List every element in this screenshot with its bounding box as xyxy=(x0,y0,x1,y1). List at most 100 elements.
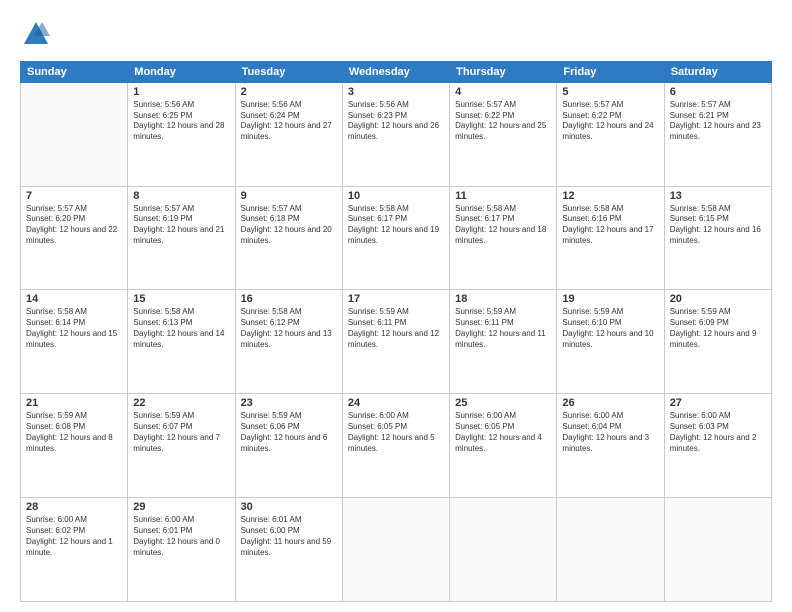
cell-info: Sunrise: 6:00 AMSunset: 6:05 PMDaylight:… xyxy=(455,411,551,454)
cell-info: Sunrise: 5:58 AMSunset: 6:17 PMDaylight:… xyxy=(455,204,551,247)
cell-info: Sunrise: 5:58 AMSunset: 6:14 PMDaylight:… xyxy=(26,307,122,350)
day-number: 19 xyxy=(562,293,658,305)
cell-info: Sunrise: 5:58 AMSunset: 6:17 PMDaylight:… xyxy=(348,204,444,247)
calendar-cell: 3 Sunrise: 5:56 AMSunset: 6:23 PMDaylight… xyxy=(342,82,449,186)
day-number: 4 xyxy=(455,86,551,98)
day-number: 20 xyxy=(670,293,766,305)
cell-info: Sunrise: 5:59 AMSunset: 6:09 PMDaylight:… xyxy=(670,307,766,350)
day-number: 26 xyxy=(562,397,658,409)
cell-info: Sunrise: 5:59 AMSunset: 6:11 PMDaylight:… xyxy=(455,307,551,350)
calendar-cell: 23Sunrise: 5:59 AMSunset: 6:06 PMDayligh… xyxy=(235,394,342,498)
calendar-cell xyxy=(557,498,664,602)
day-of-week-header: Sunday xyxy=(21,61,128,82)
day-number: 16 xyxy=(241,293,337,305)
calendar-cell: 1 Sunrise: 5:56 AMSunset: 6:25 PMDaylight… xyxy=(128,82,235,186)
calendar-cell: 20 Sunrise: 5:59 AMSunset: 6:09 PMDayligh… xyxy=(664,290,771,394)
calendar-cell: 26 Sunrise: 6:00 AMSunset: 6:04 PMDayligh… xyxy=(557,394,664,498)
cell-info: Sunrise: 5:59 AMSunset: 6:07 PMDaylight:… xyxy=(133,411,229,454)
calendar-cell xyxy=(450,498,557,602)
calendar-cell: 12 Sunrise: 5:58 AMSunset: 6:16 PMDayligh… xyxy=(557,186,664,290)
calendar-cell: 13Sunrise: 5:58 AMSunset: 6:15 PMDayligh… xyxy=(664,186,771,290)
day-number: 9 xyxy=(241,190,337,202)
cell-info: Sunrise: 6:00 AMSunset: 6:04 PMDaylight:… xyxy=(562,411,658,454)
calendar-cell xyxy=(664,498,771,602)
calendar-week-row: 21Sunrise: 5:59 AMSunset: 6:08 PMDayligh… xyxy=(21,394,772,498)
calendar-cell: 18 Sunrise: 5:59 AMSunset: 6:11 PMDayligh… xyxy=(450,290,557,394)
day-number: 28 xyxy=(26,501,122,513)
day-number: 11 xyxy=(455,190,551,202)
calendar-cell: 22 Sunrise: 5:59 AMSunset: 6:07 PMDayligh… xyxy=(128,394,235,498)
day-of-week-header: Friday xyxy=(557,61,664,82)
calendar-cell: 6Sunrise: 5:57 AMSunset: 6:21 PMDaylight… xyxy=(664,82,771,186)
cell-info: Sunrise: 6:00 AMSunset: 6:01 PMDaylight:… xyxy=(133,515,229,558)
cell-info: Sunrise: 5:56 AMSunset: 6:25 PMDaylight:… xyxy=(133,100,229,143)
day-number: 8 xyxy=(133,190,229,202)
calendar-table: SundayMondayTuesdayWednesdayThursdayFrid… xyxy=(20,61,772,602)
calendar-cell: 14Sunrise: 5:58 AMSunset: 6:14 PMDayligh… xyxy=(21,290,128,394)
day-of-week-header: Wednesday xyxy=(342,61,449,82)
day-number: 6 xyxy=(670,86,766,98)
cell-info: Sunrise: 5:58 AMSunset: 6:13 PMDaylight:… xyxy=(133,307,229,350)
day-number: 27 xyxy=(670,397,766,409)
day-number: 17 xyxy=(348,293,444,305)
calendar-cell: 5Sunrise: 5:57 AMSunset: 6:22 PMDaylight… xyxy=(557,82,664,186)
calendar-cell: 2 Sunrise: 5:56 AMSunset: 6:24 PMDaylight… xyxy=(235,82,342,186)
calendar-cell xyxy=(21,82,128,186)
day-of-week-header: Thursday xyxy=(450,61,557,82)
day-number: 12 xyxy=(562,190,658,202)
day-number: 25 xyxy=(455,397,551,409)
calendar-cell: 30Sunrise: 6:01 AMSunset: 6:00 PMDayligh… xyxy=(235,498,342,602)
day-of-week-header: Saturday xyxy=(664,61,771,82)
cell-info: Sunrise: 5:57 AMSunset: 6:22 PMDaylight:… xyxy=(562,100,658,143)
day-number: 2 xyxy=(241,86,337,98)
cell-info: Sunrise: 5:59 AMSunset: 6:10 PMDaylight:… xyxy=(562,307,658,350)
cell-info: Sunrise: 6:00 AMSunset: 6:03 PMDaylight:… xyxy=(670,411,766,454)
header xyxy=(20,16,772,53)
cell-info: Sunrise: 5:59 AMSunset: 6:08 PMDaylight:… xyxy=(26,411,122,454)
calendar-cell: 28 Sunrise: 6:00 AMSunset: 6:02 PMDayligh… xyxy=(21,498,128,602)
calendar-week-row: 1 Sunrise: 5:56 AMSunset: 6:25 PMDaylight… xyxy=(21,82,772,186)
day-number: 15 xyxy=(133,293,229,305)
page: SundayMondayTuesdayWednesdayThursdayFrid… xyxy=(0,0,792,612)
calendar-week-row: 7Sunrise: 5:57 AMSunset: 6:20 PMDaylight… xyxy=(21,186,772,290)
cell-info: Sunrise: 5:56 AMSunset: 6:23 PMDaylight:… xyxy=(348,100,444,143)
logo xyxy=(20,20,50,53)
day-number: 23 xyxy=(241,397,337,409)
calendar-cell xyxy=(342,498,449,602)
calendar-cell: 8Sunrise: 5:57 AMSunset: 6:19 PMDaylight… xyxy=(128,186,235,290)
calendar-week-row: 14Sunrise: 5:58 AMSunset: 6:14 PMDayligh… xyxy=(21,290,772,394)
calendar-cell: 24 Sunrise: 6:00 AMSunset: 6:05 PMDayligh… xyxy=(342,394,449,498)
cell-info: Sunrise: 5:56 AMSunset: 6:24 PMDaylight:… xyxy=(241,100,337,143)
cell-info: Sunrise: 5:57 AMSunset: 6:20 PMDaylight:… xyxy=(26,204,122,247)
cell-info: Sunrise: 5:59 AMSunset: 6:11 PMDaylight:… xyxy=(348,307,444,350)
day-number: 3 xyxy=(348,86,444,98)
calendar-cell: 17 Sunrise: 5:59 AMSunset: 6:11 PMDayligh… xyxy=(342,290,449,394)
cell-info: Sunrise: 5:57 AMSunset: 6:22 PMDaylight:… xyxy=(455,100,551,143)
calendar-cell: 16 Sunrise: 5:58 AMSunset: 6:12 PMDayligh… xyxy=(235,290,342,394)
calendar-cell: 9Sunrise: 5:57 AMSunset: 6:18 PMDaylight… xyxy=(235,186,342,290)
cell-info: Sunrise: 5:58 AMSunset: 6:12 PMDaylight:… xyxy=(241,307,337,350)
calendar-cell: 27 Sunrise: 6:00 AMSunset: 6:03 PMDayligh… xyxy=(664,394,771,498)
calendar-week-row: 28 Sunrise: 6:00 AMSunset: 6:02 PMDayligh… xyxy=(21,498,772,602)
calendar-header-row: SundayMondayTuesdayWednesdayThursdayFrid… xyxy=(21,61,772,82)
calendar-cell: 11 Sunrise: 5:58 AMSunset: 6:17 PMDayligh… xyxy=(450,186,557,290)
cell-info: Sunrise: 6:00 AMSunset: 6:02 PMDaylight:… xyxy=(26,515,122,558)
calendar-cell: 29Sunrise: 6:00 AMSunset: 6:01 PMDayligh… xyxy=(128,498,235,602)
day-number: 13 xyxy=(670,190,766,202)
cell-info: Sunrise: 5:58 AMSunset: 6:16 PMDaylight:… xyxy=(562,204,658,247)
day-number: 10 xyxy=(348,190,444,202)
calendar-cell: 10 Sunrise: 5:58 AMSunset: 6:17 PMDayligh… xyxy=(342,186,449,290)
logo-icon xyxy=(22,20,50,48)
calendar-cell: 7Sunrise: 5:57 AMSunset: 6:20 PMDaylight… xyxy=(21,186,128,290)
day-of-week-header: Monday xyxy=(128,61,235,82)
day-number: 22 xyxy=(133,397,229,409)
calendar-body: 1 Sunrise: 5:56 AMSunset: 6:25 PMDaylight… xyxy=(21,82,772,601)
day-number: 24 xyxy=(348,397,444,409)
day-number: 18 xyxy=(455,293,551,305)
calendar-cell: 4 Sunrise: 5:57 AMSunset: 6:22 PMDaylight… xyxy=(450,82,557,186)
cell-info: Sunrise: 6:00 AMSunset: 6:05 PMDaylight:… xyxy=(348,411,444,454)
calendar-cell: 25 Sunrise: 6:00 AMSunset: 6:05 PMDayligh… xyxy=(450,394,557,498)
day-number: 1 xyxy=(133,86,229,98)
cell-info: Sunrise: 6:01 AMSunset: 6:00 PMDaylight:… xyxy=(241,515,337,558)
calendar-cell: 21Sunrise: 5:59 AMSunset: 6:08 PMDayligh… xyxy=(21,394,128,498)
